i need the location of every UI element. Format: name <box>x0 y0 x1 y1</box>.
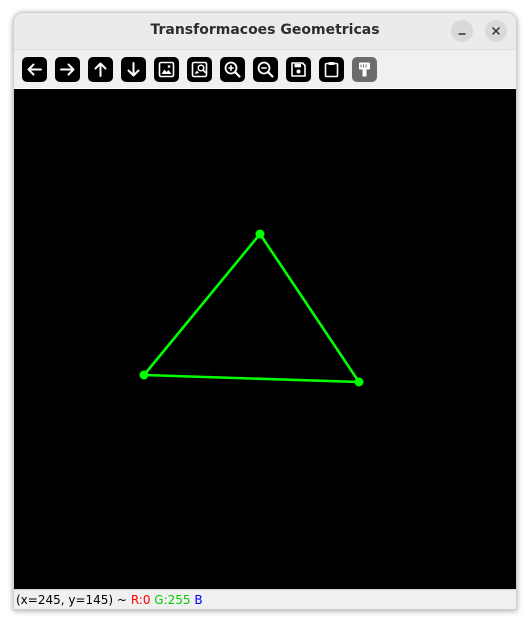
minimize-icon <box>458 33 466 35</box>
cursor-coordinates: (x=245, y=145) ~ <box>16 593 127 607</box>
triangle-drawing <box>139 229 364 387</box>
properties-button[interactable] <box>352 57 377 82</box>
arrow-left-icon <box>27 63 42 76</box>
pan-left-button[interactable] <box>22 57 47 82</box>
pan-right-button[interactable] <box>55 57 80 82</box>
triangle-vertex-right <box>354 377 364 387</box>
pixel-red-value: R:0 <box>130 593 151 607</box>
zoom-in-button[interactable] <box>220 57 245 82</box>
triangle-vertex-top <box>255 229 265 239</box>
pan-up-button[interactable] <box>88 57 113 82</box>
zoom-out-button[interactable] <box>253 57 278 82</box>
image-search-icon <box>191 61 208 78</box>
close-icon <box>491 26 501 36</box>
pixel-green-value: G:255 <box>154 593 191 607</box>
pixel-blue-value: B <box>194 593 203 607</box>
properties-icon <box>359 62 370 77</box>
zoom-in-icon <box>224 61 241 78</box>
zoom-out-icon <box>257 61 274 78</box>
clipboard-icon <box>324 62 339 78</box>
image-icon <box>158 61 175 78</box>
minimize-button[interactable] <box>451 20 473 42</box>
copy-to-clipboard-button[interactable] <box>319 57 344 82</box>
toolbar <box>14 50 516 88</box>
zoom-fit-button[interactable] <box>154 57 179 82</box>
pan-down-button[interactable] <box>121 57 146 82</box>
close-button[interactable] <box>485 20 507 42</box>
save-icon <box>291 62 306 77</box>
zoom-original-button[interactable] <box>187 57 212 82</box>
status-bar: (x=245, y=145) ~ R:0 G:255 B <box>14 589 516 609</box>
app-window: Transformacoes Geometricas (x=245, y=145… <box>13 12 517 610</box>
title-bar[interactable]: Transformacoes Geometricas <box>14 13 516 50</box>
triangle-vertex-left <box>139 370 149 380</box>
save-button[interactable] <box>286 57 311 82</box>
image-canvas[interactable] <box>14 89 516 589</box>
arrow-right-icon <box>60 63 75 76</box>
triangle-shape <box>142 232 361 384</box>
arrow-down-icon <box>127 62 140 77</box>
window-title: Transformacoes Geometricas <box>150 22 380 38</box>
arrow-up-icon <box>94 62 107 77</box>
